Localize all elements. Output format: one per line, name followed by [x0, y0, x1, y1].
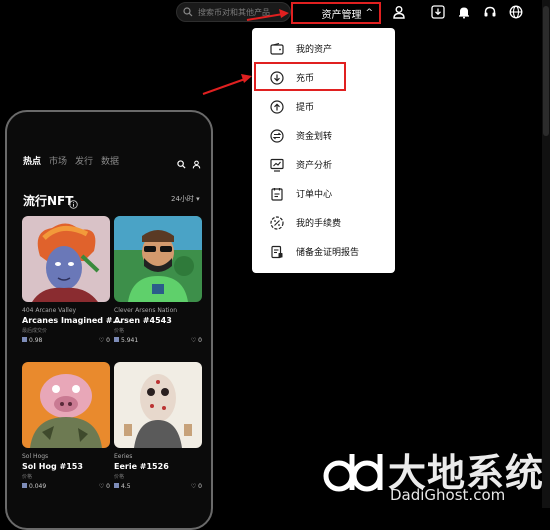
nft-card[interactable]: Eeries Eerie #1526 价格 4.5 ♡ 0 [114, 362, 202, 490]
nft-name: Arcanes Imagined #... [22, 316, 122, 325]
asset-management-button[interactable]: 资产管理 ^ [291, 2, 381, 24]
phone-mockup: 热点 市场 发行 数据 流行NFT 24小时 ▾ 404 Arcane Vall… [5, 110, 213, 530]
nft-collection: 404 Arcane Valley [22, 307, 77, 314]
fee-icon [270, 215, 284, 230]
chevron-up-icon: ^ [365, 8, 373, 18]
user-icon[interactable] [391, 4, 407, 20]
orders-icon [270, 187, 284, 201]
section-title: 流行NFT [23, 194, 74, 208]
nft-name: Arsen #4543 [114, 316, 172, 325]
menu-item-label: 我的手续费 [296, 219, 342, 229]
like-count-value: 0 [106, 337, 110, 344]
annotation-arrow-deposit [202, 74, 252, 95]
like-count[interactable]: ♡ 0 [99, 337, 110, 344]
nft-image [114, 362, 202, 448]
nft-card[interactable]: Sol Hogs Sol Hog #153 价格 0.049 ♡ 0 [22, 362, 110, 490]
nft-name: Eerie #1526 [114, 462, 169, 471]
menu-item-label: 我的资产 [296, 45, 333, 55]
nft-price: 4.5 [114, 483, 131, 490]
info-icon[interactable] [69, 194, 78, 213]
scrollbar-thumb[interactable] [543, 6, 549, 136]
menu-item-analysis[interactable]: 资产分析 [252, 150, 395, 179]
like-count[interactable]: ♡ 0 [191, 337, 202, 344]
search-icon [183, 7, 196, 17]
nft-price: 0.98 [22, 337, 42, 344]
like-count-value: 0 [198, 483, 202, 490]
globe-icon[interactable] [508, 4, 524, 20]
menu-item-withdraw[interactable]: 提币 [252, 92, 395, 121]
bell-icon[interactable] [456, 4, 472, 20]
menu-item-label: 提币 [296, 103, 315, 113]
menu-item-my-assets[interactable]: 我的资产 [252, 34, 395, 63]
tab-market[interactable]: 市场 [49, 154, 67, 167]
menu-item-label: 资金划转 [296, 132, 333, 142]
headset-icon[interactable] [482, 4, 498, 20]
deposit-icon [270, 70, 284, 85]
menu-item-label: 储备金证明报告 [296, 248, 360, 258]
menu-item-reserve-proof[interactable]: 储备金证明报告 [252, 237, 395, 266]
asset-management-label: 资产管理 [321, 9, 362, 21]
analysis-icon [270, 158, 284, 172]
download-icon[interactable] [430, 4, 446, 20]
price-label: 价格 [114, 474, 125, 480]
reserve-icon [270, 245, 284, 259]
nft-price: 5.941 [114, 337, 138, 344]
period-selector[interactable]: 24小时 ▾ [171, 194, 200, 204]
wallet-icon [270, 42, 284, 56]
watermark: 大地系统 DadiGhost.com [322, 450, 544, 504]
user-icon[interactable] [192, 154, 201, 173]
menu-item-label: 订单中心 [296, 190, 333, 200]
nft-name: Sol Hog #153 [22, 462, 83, 471]
like-count[interactable]: ♡ 0 [99, 483, 110, 490]
withdraw-icon [270, 99, 284, 114]
nft-collection: Eeries [114, 453, 133, 460]
transfer-icon [270, 128, 284, 143]
nft-image [22, 216, 110, 302]
nft-card[interactable]: Clever Arsens Nation Arsen #4543 价格 5.94… [114, 216, 202, 344]
menu-item-transfer[interactable]: 资金划转 [252, 121, 395, 150]
scrollbar[interactable] [542, 0, 550, 508]
phone-tabs: 热点 市场 发行 数据 [23, 154, 119, 167]
watermark-en-text: DadiGhost.com [390, 486, 506, 504]
tab-launch[interactable]: 发行 [75, 154, 93, 167]
nft-image [22, 362, 110, 448]
tab-data[interactable]: 数据 [101, 154, 119, 167]
watermark-logo [323, 454, 383, 492]
price-label: 价格 [114, 328, 125, 334]
nft-price: 0.049 [22, 483, 46, 490]
menu-item-label: 充币 [296, 74, 315, 84]
nft-collection: Sol Hogs [22, 453, 49, 460]
asset-dropdown-menu: 我的资产 充币 提币 资金划转 资产分析 订单中心 我的手续费 储备金证明报告 [252, 28, 395, 273]
menu-item-fees[interactable]: 我的手续费 [252, 208, 395, 237]
annotation-arrow-top [246, 9, 289, 21]
like-count-value: 0 [198, 337, 202, 344]
menu-item-label: 资产分析 [296, 161, 333, 171]
price-label: 最后成交价 [22, 328, 48, 334]
price-label: 价格 [22, 474, 33, 480]
menu-item-deposit[interactable]: 充币 [252, 62, 395, 92]
nft-image [114, 216, 202, 302]
like-count-value: 0 [106, 483, 110, 490]
tab-hot[interactable]: 热点 [23, 154, 41, 167]
nft-card[interactable]: 404 Arcane Valley Arcanes Imagined #... … [22, 216, 122, 344]
nft-collection: Clever Arsens Nation [114, 307, 178, 314]
search-icon[interactable] [177, 154, 186, 173]
like-count[interactable]: ♡ 0 [191, 483, 202, 490]
menu-item-orders[interactable]: 订单中心 [252, 179, 395, 208]
